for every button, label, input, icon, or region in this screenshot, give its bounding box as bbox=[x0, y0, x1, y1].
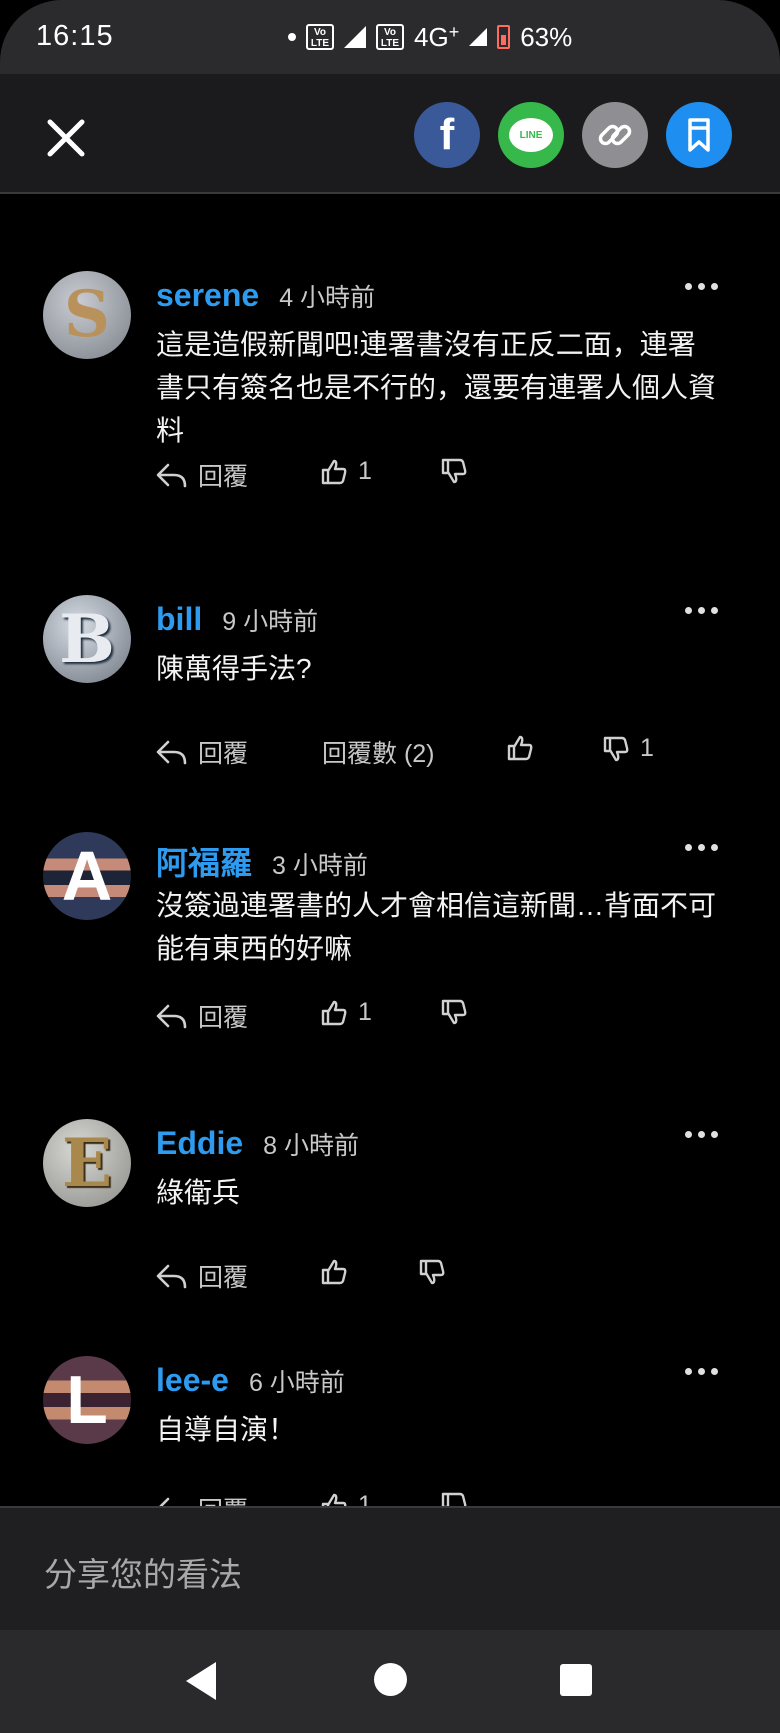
home-icon[interactable] bbox=[374, 1663, 407, 1696]
more-options-icon[interactable] bbox=[685, 1368, 718, 1375]
avatar-letter: A bbox=[61, 837, 113, 915]
dislike-button[interactable] bbox=[440, 1491, 478, 1506]
facebook-share-button[interactable]: f bbox=[414, 102, 480, 168]
reply-button[interactable]: 回覆 bbox=[156, 1258, 248, 1294]
battery-percent: 63% bbox=[520, 21, 573, 52]
thumbs-up-icon bbox=[321, 1493, 347, 1506]
reply-icon bbox=[159, 1497, 170, 1506]
avatar-letter: B bbox=[59, 600, 115, 678]
comment-author[interactable]: Eddie 8 小時前 bbox=[156, 1125, 359, 1162]
reply-button[interactable]: 回覆 bbox=[156, 457, 248, 493]
thumbs-down-icon bbox=[441, 999, 467, 1025]
link-icon bbox=[598, 124, 632, 146]
thumbs-up-icon bbox=[321, 1259, 347, 1285]
volte-icon: Vo LTE bbox=[306, 24, 334, 50]
reply-icon bbox=[156, 1264, 187, 1289]
back-icon[interactable] bbox=[186, 1662, 216, 1700]
dislike-button[interactable]: 1 bbox=[602, 734, 654, 763]
volte-icon-2: Vo LTE bbox=[376, 24, 404, 50]
avatar[interactable]: E bbox=[43, 1119, 131, 1207]
like-button[interactable] bbox=[320, 1258, 358, 1286]
comment-text: 陳萬得手法? bbox=[156, 653, 312, 684]
share-buttons: f LINE bbox=[414, 102, 732, 168]
comment-time: 8 小時前 bbox=[263, 1132, 359, 1160]
comment-list[interactable]: S serene 4 小時前 這是造假新聞吧!連署書沒有正反二面，連署書只有簽名也… bbox=[0, 196, 780, 1506]
dislike-button[interactable] bbox=[440, 457, 478, 485]
reply-button[interactable]: 回覆 bbox=[156, 1491, 248, 1506]
like-button[interactable]: 1 bbox=[320, 1491, 372, 1506]
avatar-letter: L bbox=[66, 1362, 108, 1438]
comment-text: 這是造假新聞吧!連署書沒有正反二面，連署書只有簽名也是不行的，還要有連署人個人資… bbox=[156, 329, 717, 446]
thumbs-up-icon bbox=[507, 735, 533, 761]
comment-text: 自導自演！ bbox=[156, 1414, 297, 1445]
thumbs-down-icon bbox=[441, 458, 467, 484]
reply-icon bbox=[156, 463, 187, 488]
status-time: 16:15 bbox=[36, 20, 114, 52]
facebook-icon: f bbox=[439, 110, 455, 159]
avatar-letter: E bbox=[61, 1124, 113, 1202]
comment-time: 6 小時前 bbox=[248, 1369, 345, 1397]
line-share-button[interactable]: LINE bbox=[498, 102, 564, 168]
avatar[interactable]: L bbox=[43, 1356, 131, 1444]
comment-time: 4 小時前 bbox=[279, 284, 376, 312]
avatar[interactable]: B bbox=[43, 595, 131, 683]
dislike-button[interactable] bbox=[418, 1258, 456, 1286]
comment-author[interactable]: lee-e 6 小時前 bbox=[156, 1362, 345, 1399]
like-button[interactable] bbox=[506, 734, 544, 762]
comment-input[interactable]: 分享您的看法 bbox=[44, 1548, 242, 1596]
recents-icon[interactable] bbox=[560, 1664, 592, 1696]
like-button[interactable]: 1 bbox=[320, 457, 372, 486]
avatar[interactable]: S bbox=[43, 271, 131, 359]
line-icon: LINE bbox=[509, 118, 553, 152]
more-options-icon[interactable] bbox=[685, 1131, 718, 1138]
dislike-button[interactable] bbox=[440, 998, 478, 1026]
notification-dot-icon bbox=[288, 33, 296, 41]
like-button[interactable]: 1 bbox=[320, 998, 372, 1027]
comment-author[interactable]: serene 4 小時前 bbox=[156, 277, 375, 314]
thumbs-up-icon bbox=[321, 1000, 347, 1025]
battery-icon bbox=[497, 25, 511, 49]
reply-icon bbox=[156, 1004, 187, 1029]
comment-time: 3 小時前 bbox=[272, 852, 368, 880]
thumbs-down-icon bbox=[441, 1492, 467, 1506]
reply-button[interactable]: 回覆 bbox=[156, 734, 248, 770]
avatar-letter: S bbox=[63, 277, 111, 352]
comment-author[interactable]: 阿福羅 3 小時前 bbox=[156, 838, 368, 884]
network-type: 4G + bbox=[414, 21, 460, 52]
thumbs-up-icon bbox=[321, 459, 347, 484]
reply-icon bbox=[156, 740, 187, 765]
system-nav-bar bbox=[0, 1630, 780, 1733]
avatar[interactable]: A bbox=[43, 832, 131, 920]
status-bar: 16:15 Vo LTE Vo LTE 4G + 63% bbox=[0, 0, 780, 74]
signal-icon-2 bbox=[469, 28, 488, 46]
more-options-icon[interactable] bbox=[685, 844, 718, 851]
copy-link-button[interactable] bbox=[582, 102, 648, 168]
bookmark-icon bbox=[688, 118, 710, 152]
thumbs-down-icon bbox=[603, 736, 629, 761]
bookmark-button[interactable] bbox=[666, 102, 732, 168]
signal-icon bbox=[344, 26, 366, 48]
reply-button[interactable]: 回覆 bbox=[156, 998, 248, 1034]
comment-author[interactable]: bill 9 小時前 bbox=[156, 601, 318, 638]
thumbs-down-icon bbox=[419, 1259, 445, 1285]
comment-input-bar[interactable]: 分享您的看法 bbox=[0, 1506, 780, 1630]
status-indicators: Vo LTE Vo LTE 4G + 63% bbox=[288, 20, 572, 54]
share-header: f LINE bbox=[0, 74, 780, 194]
more-options-icon[interactable] bbox=[685, 607, 718, 614]
comment-time: 9 小時前 bbox=[222, 608, 319, 636]
view-replies-button[interactable]: 回覆數 (2) bbox=[322, 734, 435, 770]
close-icon[interactable] bbox=[42, 114, 90, 162]
comment-text: 綠衛兵 bbox=[156, 1177, 241, 1208]
comment-text: 沒簽過連署書的人才會相信這新聞…背面不可能有東西的好嘛 bbox=[156, 890, 717, 964]
more-options-icon[interactable] bbox=[685, 283, 718, 290]
